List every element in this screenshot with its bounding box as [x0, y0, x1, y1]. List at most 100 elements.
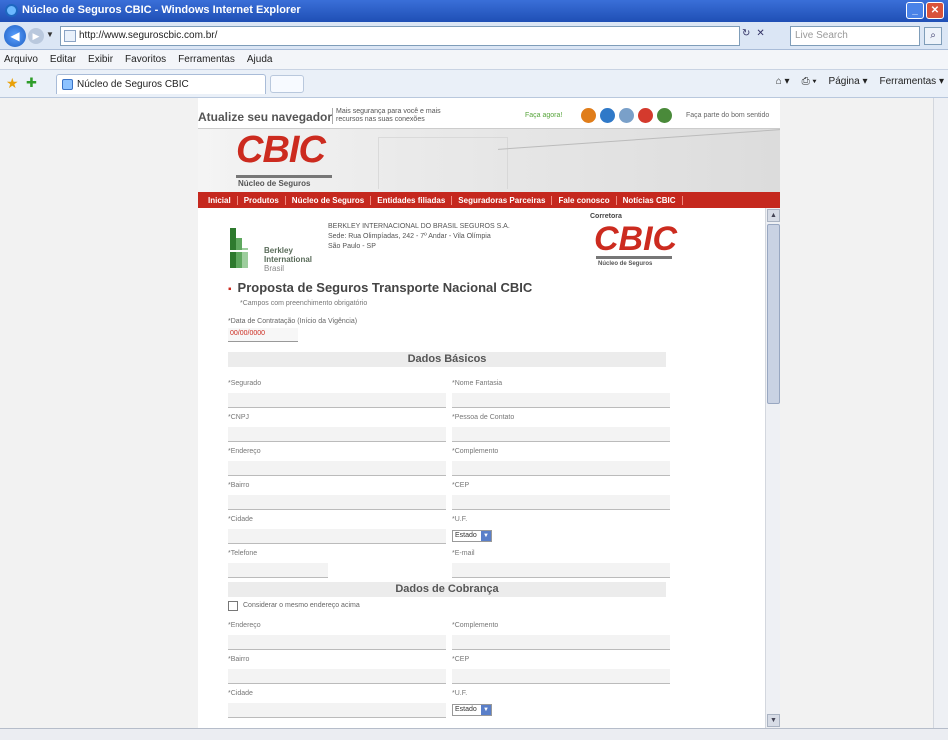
chrome-icon[interactable]	[657, 108, 672, 123]
ie-browser-icon[interactable]	[600, 108, 615, 123]
browser-icons	[581, 108, 672, 123]
company-name: BERKLEY INTERNACIONAL DO BRASIL SEGUROS …	[328, 223, 510, 230]
refresh-icon[interactable]: ↻	[742, 28, 750, 39]
menu-item-ferramentas[interactable]: Ferramentas	[178, 54, 235, 69]
telefone-input[interactable]	[228, 563, 328, 578]
label-complemento: *Complemento	[452, 448, 499, 455]
menu-item-favoritos[interactable]: Favoritos	[125, 54, 166, 69]
nav-item-produtos[interactable]: Produtos	[238, 195, 286, 205]
opera-icon[interactable]	[638, 108, 653, 123]
cnpj-input[interactable]	[228, 427, 446, 442]
menu-item-exibir[interactable]: Exibir	[88, 54, 113, 69]
mandatory-note: *Campos com preenchimento obrigatório	[240, 300, 368, 307]
company-info: BERKLEY INTERNACIONAL DO BRASIL SEGUROS …	[328, 222, 510, 252]
title-bullet-icon: ▪	[228, 284, 232, 295]
search-input[interactable]: Live Search	[790, 26, 920, 46]
new-tab-button[interactable]	[270, 75, 304, 93]
label-billing-cidade: *Cidade	[228, 690, 253, 697]
tools-menu[interactable]: Ferramentas ▾	[880, 76, 945, 87]
page-icon	[64, 30, 76, 42]
label-billing-endereco: *Endereço	[228, 622, 261, 629]
label-segurado: *Segurado	[228, 380, 262, 387]
uf-select-value: Estado	[455, 532, 477, 539]
home-icon[interactable]: ⌂ ▾	[776, 76, 790, 87]
page-scrollbar[interactable]	[933, 98, 948, 728]
uf-select[interactable]: Estado ▼	[452, 530, 492, 542]
menu-item-editar[interactable]: Editar	[50, 54, 76, 69]
label-uf: *U.F.	[452, 516, 468, 523]
logo-bar	[236, 175, 332, 178]
segurado-input[interactable]	[228, 393, 446, 408]
scroll-down-icon[interactable]: ▼	[767, 714, 780, 727]
billing-cidade-input[interactable]	[228, 703, 446, 718]
safari-icon[interactable]	[619, 108, 634, 123]
tab-current[interactable]: Núcleo de Seguros CBIC	[56, 74, 266, 94]
tools-menu-label: Ferramentas	[879, 76, 937, 87]
minimize-button[interactable]: _	[906, 2, 924, 19]
bairro-input[interactable]	[228, 495, 446, 510]
label-billing-complemento: *Complemento	[452, 622, 499, 629]
scroll-up-icon[interactable]: ▲	[767, 209, 780, 222]
berkley-name-3: Brasil	[264, 264, 285, 273]
label-pessoa-contato: *Pessoa de Contato	[452, 414, 515, 421]
nav-item-seguradoras[interactable]: Seguradoras Parceiras	[452, 195, 553, 205]
add-favorite-icon[interactable]: ✚	[26, 75, 37, 91]
billing-cep-input[interactable]	[452, 669, 670, 684]
field-billing-endereco: *Endereço	[228, 620, 446, 650]
field-billing-cidade: *Cidade	[228, 688, 446, 718]
cep-input[interactable]	[452, 495, 670, 510]
window-controls: _ ✕	[906, 2, 944, 19]
nav-item-fale-conosco[interactable]: Fale conosco	[552, 195, 617, 205]
address-input[interactable]: http://www.seguroscbic.com.br/	[60, 26, 740, 46]
chevron-down-icon: ▼	[481, 705, 491, 715]
nome-fantasia-input[interactable]	[452, 393, 670, 408]
stop-icon[interactable]: ✕	[756, 28, 764, 39]
label-endereco: *Endereço	[228, 448, 261, 455]
print-icon[interactable]: ⎙ ▾	[802, 76, 817, 87]
cidade-input[interactable]	[228, 529, 446, 544]
nav-item-entidades[interactable]: Entidades filiadas	[371, 195, 453, 205]
nav-item-nucleo[interactable]: Núcleo de Seguros	[286, 195, 372, 205]
endereco-input[interactable]	[228, 461, 446, 476]
company-address: Sede: Rua Olimpíadas, 242 - 7º Andar - V…	[328, 233, 491, 240]
nav-item-noticias[interactable]: Notícias CBIC	[617, 195, 683, 205]
broker-label: Corretora	[590, 213, 622, 220]
form-scrollbar[interactable]: ▲ ▼	[765, 208, 780, 728]
section-billing-header: Dados de Cobrança	[228, 582, 666, 597]
command-bar: ⌂ ▾ ⎙ ▾ Página ▾ Ferramentas ▾	[776, 76, 944, 87]
form-title-text: Proposta de Seguros Transporte Nacional …	[237, 280, 533, 295]
search-icon[interactable]: ⌕	[924, 27, 942, 45]
field-endereco: *Endereço	[228, 446, 446, 476]
skyline-graphic	[378, 137, 508, 189]
nav-item-inicial[interactable]: Inicial	[202, 195, 238, 205]
label-telefone: *Telefone	[228, 550, 258, 557]
billing-endereco-input[interactable]	[228, 635, 446, 650]
menu-item-arquivo[interactable]: Arquivo	[4, 54, 38, 69]
field-cnpj: *CNPJ	[228, 412, 446, 442]
download-label[interactable]: Faça agora!	[525, 112, 562, 119]
favorites-star-icon[interactable]: ★	[6, 75, 19, 92]
scroll-thumb[interactable]	[767, 224, 780, 404]
firefox-icon[interactable]	[581, 108, 596, 123]
same-address-checkbox[interactable]	[228, 601, 238, 611]
billing-bairro-input[interactable]	[228, 669, 446, 684]
billing-uf-select[interactable]: Estado ▼	[452, 704, 492, 716]
complemento-input[interactable]	[452, 461, 670, 476]
page-menu[interactable]: Página ▾	[829, 76, 868, 87]
forward-button[interactable]: ▶	[28, 28, 44, 44]
back-button[interactable]: ◀	[4, 25, 26, 47]
close-button[interactable]: ✕	[926, 2, 944, 19]
cbic-logo[interactable]: CBIC	[236, 129, 326, 172]
pessoa-contato-input[interactable]	[452, 427, 670, 442]
menu-item-ajuda[interactable]: Ajuda	[247, 54, 273, 69]
billing-complemento-input[interactable]	[452, 635, 670, 650]
label-cidade: *Cidade	[228, 516, 253, 523]
history-dropdown-icon[interactable]: ▼	[46, 30, 54, 39]
upgrade-strip: Atualize seu navegador Mais segurança pa…	[198, 106, 780, 126]
email-input[interactable]	[452, 563, 670, 578]
date-input[interactable]: 00/00/0000	[228, 328, 298, 342]
field-nome-fantasia: *Nome Fantasia	[452, 378, 670, 408]
upgrade-text: Mais segurança para você e mais recursos…	[332, 108, 452, 124]
broker-logo: CBIC	[594, 220, 678, 258]
status-bar	[0, 728, 948, 740]
